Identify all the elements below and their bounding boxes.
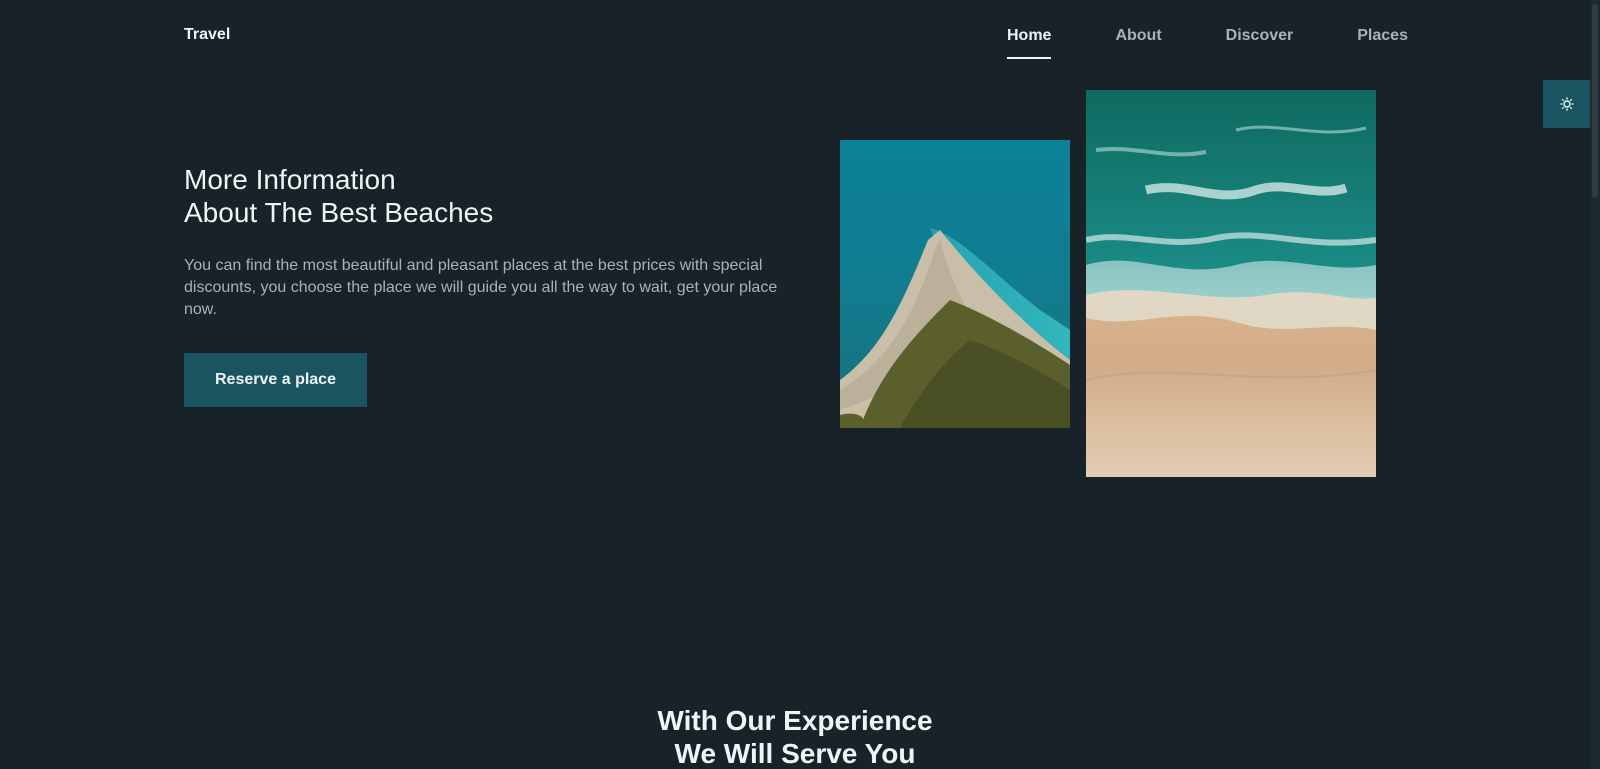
logo[interactable]: Travel [184, 26, 230, 44]
section-title-line-1: With Our Experience [657, 705, 933, 736]
sun-icon [1560, 97, 1574, 111]
scrollbar-thumb[interactable] [1592, 4, 1598, 198]
beach-spit-image [840, 140, 1070, 428]
ocean-waves-image [1086, 90, 1376, 477]
header: Travel Home About Discover Places [0, 0, 1590, 72]
nav-about[interactable]: About [1115, 26, 1161, 46]
hero-title-line-1: More Information [184, 164, 396, 195]
theme-toggle-button[interactable] [1543, 80, 1591, 128]
reserve-place-button[interactable]: Reserve a place [184, 353, 367, 407]
section-title-line-2: We Will Serve You [674, 738, 916, 769]
hero-title-line-2: About The Best Beaches [184, 197, 494, 228]
nav-places[interactable]: Places [1357, 26, 1408, 46]
page: Travel Home About Discover Places More I… [0, 0, 1600, 769]
nav-home[interactable]: Home [1007, 26, 1052, 59]
hero-title: More Information About The Best Beaches [184, 163, 493, 229]
main-nav: Home About Discover Places [1007, 26, 1408, 59]
hero-description: You can find the most beautiful and plea… [184, 257, 778, 318]
section-title: With Our Experience We Will Serve You [0, 704, 1590, 769]
nav-discover[interactable]: Discover [1226, 26, 1294, 46]
